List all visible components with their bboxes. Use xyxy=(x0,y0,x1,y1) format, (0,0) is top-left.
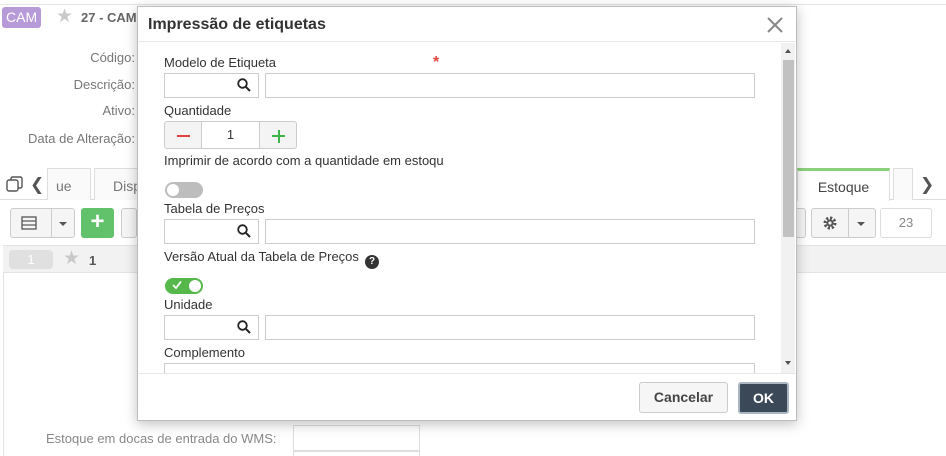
scrollbar-thumb[interactable] xyxy=(783,60,794,237)
close-icon[interactable] xyxy=(764,14,786,36)
tab-first[interactable]: ue xyxy=(47,168,91,200)
settings-button[interactable] xyxy=(811,208,876,238)
wms-docas-input[interactable] xyxy=(293,425,420,451)
data-alteracao-label: Data de Alteração: xyxy=(28,131,135,146)
tab-estoque[interactable]: Estoque xyxy=(797,168,890,201)
required-mark: * xyxy=(433,54,440,71)
caret-down-icon xyxy=(59,222,67,226)
page-number-pill[interactable]: 1 xyxy=(9,250,53,269)
record-title: 27 - CAM xyxy=(81,10,137,25)
tabs-prev-chevron-icon[interactable]: ❮ xyxy=(30,175,44,195)
toolbar-button-partial[interactable] xyxy=(121,208,137,238)
search-icon[interactable] xyxy=(237,224,251,238)
tabela-precos-description-input[interactable] xyxy=(265,219,755,244)
complemento-input[interactable] xyxy=(164,363,755,373)
modelo-etiqueta-description-input[interactable] xyxy=(265,73,755,98)
quantidade-label: Quantidade xyxy=(164,103,232,118)
add-button[interactable]: + xyxy=(81,208,114,238)
dialog-header: Impressão de etiquetas xyxy=(138,7,796,42)
modelo-etiqueta-code-input[interactable] xyxy=(164,73,259,98)
tabela-precos-label: Tabela de Preços xyxy=(164,201,265,216)
favorite-star-icon[interactable]: ★ xyxy=(56,7,73,27)
search-icon[interactable] xyxy=(237,320,251,334)
dialog-footer: Cancelar OK xyxy=(138,373,796,420)
tab-next-partial[interactable] xyxy=(893,168,913,200)
search-icon[interactable] xyxy=(237,78,251,92)
scroll-down-icon[interactable] xyxy=(785,361,791,365)
dialog-body: Modelo de Etiqueta * Quantidade 1 Imprim… xyxy=(138,43,781,373)
dialog-scrollbar[interactable] xyxy=(781,43,795,373)
codigo-label: Código: xyxy=(90,50,135,65)
imprimir-estoque-label: Imprimir de acordo com a quantidade em e… xyxy=(164,153,444,168)
unidade-label: Unidade xyxy=(164,297,213,312)
imprimir-estoque-toggle[interactable] xyxy=(165,182,203,198)
copy-icon[interactable] xyxy=(6,176,23,193)
cancel-button[interactable]: Cancelar xyxy=(639,382,728,413)
tabela-precos-code-input[interactable] xyxy=(164,219,259,244)
toggle-knob xyxy=(167,184,179,196)
check-icon xyxy=(172,280,182,290)
versao-atual-label: Versão Atual da Tabela de Preços xyxy=(164,249,359,264)
wms-docas-label: Estoque em docas de entrada do WMS: xyxy=(46,431,277,446)
unidade-description-input[interactable] xyxy=(265,315,755,340)
minus-icon xyxy=(177,135,190,137)
record-type-badge: CAM xyxy=(2,7,42,28)
grid-icon xyxy=(21,216,37,230)
gear-icon xyxy=(823,216,837,230)
top-divider xyxy=(0,4,946,5)
ativo-label: Ativo: xyxy=(102,103,135,118)
modelo-etiqueta-label: Modelo de Etiqueta xyxy=(164,55,277,70)
unidade-code-input[interactable] xyxy=(164,315,259,340)
print-labels-dialog: Impressão de etiquetas Modelo de Etiquet… xyxy=(137,6,797,421)
record-count: 23 xyxy=(880,208,932,238)
quantity-increment-button[interactable] xyxy=(259,121,297,149)
quantity-decrement-button[interactable] xyxy=(164,121,202,149)
wms-next-input[interactable] xyxy=(293,451,420,456)
toggle-knob xyxy=(189,280,201,292)
dialog-title: Impressão de etiquetas xyxy=(148,16,326,33)
grid-favorite-star-icon[interactable]: ★ xyxy=(63,249,80,269)
grid-view-button[interactable] xyxy=(10,208,75,238)
grid-first-column: 1 xyxy=(89,253,97,268)
descricao-label: Descrição: xyxy=(73,77,135,92)
caret-down-icon xyxy=(857,222,865,226)
help-icon[interactable]: ? xyxy=(365,255,379,269)
versao-atual-toggle[interactable] xyxy=(165,278,203,294)
scroll-up-icon[interactable] xyxy=(785,49,791,53)
quantity-input[interactable]: 1 xyxy=(201,121,260,149)
complemento-label: Complemento xyxy=(164,345,245,360)
tabs-next-chevron-icon[interactable]: ❯ xyxy=(920,175,934,195)
ok-button[interactable]: OK xyxy=(738,382,789,414)
